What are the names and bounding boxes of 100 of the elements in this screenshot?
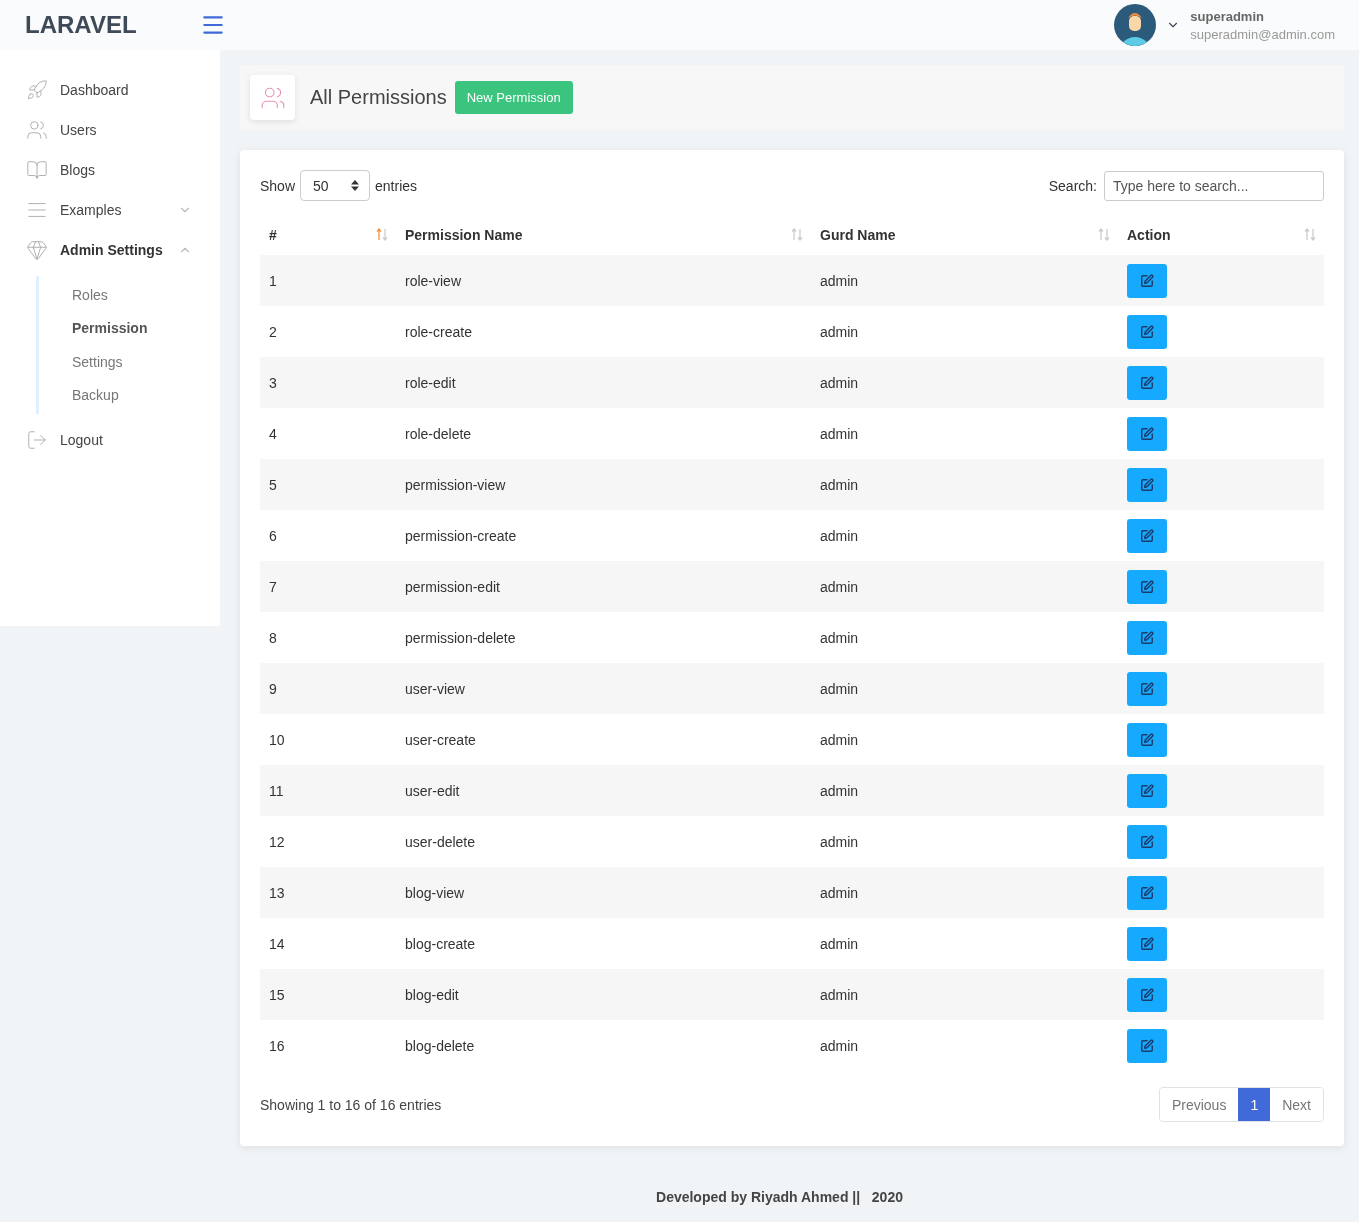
table-cell: permission-create (396, 510, 811, 561)
edit-icon (1140, 375, 1154, 390)
table-cell: user-edit (396, 765, 811, 816)
entries-label: entries (375, 177, 418, 194)
user-email: superadmin@admin.com (1190, 26, 1335, 42)
table-cell: 1 (260, 255, 396, 306)
users-icon (26, 119, 48, 141)
table-cell: 14 (260, 918, 396, 969)
edit-icon (1140, 732, 1154, 747)
edit-button[interactable] (1127, 722, 1167, 757)
table-cell: 5 (260, 459, 396, 510)
page-size-select[interactable]: 50 (300, 170, 371, 201)
show-label: Show (260, 177, 296, 194)
updown-caret-icon (351, 180, 360, 191)
table-cell: 13 (260, 867, 396, 918)
table-cell: role-delete (396, 408, 811, 459)
edit-button[interactable] (1127, 263, 1167, 298)
edit-button[interactable] (1127, 467, 1167, 502)
table-cell: blog-edit (396, 969, 811, 1020)
table-cell: blog-view (396, 867, 811, 918)
edit-icon (1140, 630, 1154, 645)
submenu-item[interactable]: Backup (39, 378, 220, 412)
column-header[interactable]: # (260, 215, 396, 255)
table-cell: admin (811, 510, 1118, 561)
edit-icon (1140, 834, 1154, 849)
avatar-icon[interactable] (1114, 4, 1157, 46)
table-cell: admin (811, 459, 1118, 510)
search-field[interactable]: Type here to search... (1104, 170, 1324, 201)
table-cell: 16 (260, 1020, 396, 1071)
column-header[interactable]: Action (1118, 215, 1324, 255)
table-cell: blog-create (396, 918, 811, 969)
page-title: All Permissions (310, 86, 447, 109)
edit-button[interactable] (1127, 671, 1167, 706)
column-header[interactable]: Gurd Name (811, 215, 1118, 255)
edit-button[interactable] (1127, 875, 1167, 910)
footer-text: Developed by Riyadh Ahmed || 2020 (656, 1189, 903, 1205)
edit-icon (1140, 273, 1154, 288)
user-name: superadmin (1190, 8, 1265, 24)
table-cell: 8 (260, 612, 396, 663)
table-cell: 3 (260, 357, 396, 408)
table-cell: 15 (260, 969, 396, 1020)
edit-icon (1140, 681, 1154, 696)
book-icon (26, 159, 48, 181)
edit-icon (1140, 987, 1154, 1002)
table-cell: 10 (260, 714, 396, 765)
edit-button[interactable] (1127, 416, 1167, 451)
edit-icon (1140, 324, 1154, 339)
table-cell: user-delete (396, 816, 811, 867)
submenu-item[interactable]: Roles (39, 278, 220, 312)
edit-button[interactable] (1127, 1028, 1167, 1063)
rocket-icon (26, 79, 48, 101)
edit-button[interactable] (1127, 569, 1167, 604)
sidebar-item[interactable]: Users (0, 110, 220, 150)
table-cell: admin (811, 306, 1118, 357)
users-icon (250, 75, 295, 120)
edit-button[interactable] (1127, 773, 1167, 808)
edit-button[interactable] (1127, 620, 1167, 655)
edit-button[interactable] (1127, 824, 1167, 859)
table-cell: admin (811, 357, 1118, 408)
logout-icon (26, 429, 48, 451)
table-cell: admin (811, 255, 1118, 306)
edit-icon (1140, 528, 1154, 543)
sidebar-item[interactable]: Blogs (0, 150, 220, 190)
table-cell: admin (811, 1020, 1118, 1071)
table-info: Showing 1 to 16 of 16 entries (260, 1096, 442, 1113)
table-cell: user-create (396, 714, 811, 765)
diamond-icon (26, 239, 48, 261)
table-cell: blog-delete (396, 1020, 811, 1071)
table-cell: permission-view (396, 459, 811, 510)
table-cell: admin (811, 867, 1118, 918)
table-cell: user-view (396, 663, 811, 714)
edit-button[interactable] (1127, 977, 1167, 1012)
sidebar-item[interactable]: Logout (0, 420, 220, 460)
table-cell: admin (811, 918, 1118, 969)
table-cell: admin (811, 714, 1118, 765)
sidebar-item[interactable]: Admin Settings (0, 230, 220, 270)
table-cell: 7 (260, 561, 396, 612)
submenu-item[interactable]: Permission (39, 311, 220, 345)
brand-logo: LARAVEL (24, 11, 138, 39)
search-label: Search: (1048, 177, 1097, 194)
table-cell: 12 (260, 816, 396, 867)
table-cell: 11 (260, 765, 396, 816)
pagination-button[interactable]: 1 (1238, 1088, 1271, 1121)
table-cell: admin (811, 663, 1118, 714)
table-cell: role-edit (396, 357, 811, 408)
table-cell: admin (811, 561, 1118, 612)
column-header[interactable]: Permission Name (396, 215, 811, 255)
edit-button[interactable] (1127, 926, 1167, 961)
edit-button[interactable] (1127, 365, 1167, 400)
table-cell: admin (811, 612, 1118, 663)
table-cell: admin (811, 816, 1118, 867)
edit-button[interactable] (1127, 314, 1167, 349)
sidebar-item[interactable]: Dashboard (0, 70, 220, 110)
submenu-item[interactable]: Settings (39, 345, 220, 379)
edit-button[interactable] (1127, 518, 1167, 553)
table-cell: permission-edit (396, 561, 811, 612)
edit-icon (1140, 936, 1154, 951)
table-cell: 4 (260, 408, 396, 459)
table-cell: admin (811, 765, 1118, 816)
sidebar-item[interactable]: Examples (0, 190, 220, 230)
